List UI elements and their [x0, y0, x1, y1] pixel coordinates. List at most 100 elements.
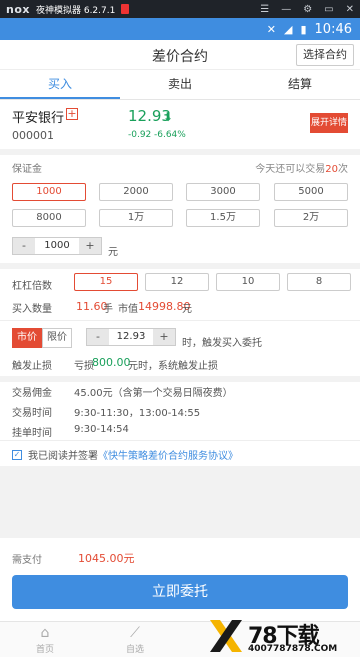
order-time-label: 挂单时间 — [12, 428, 52, 439]
window-close-icon[interactable]: ✕ — [346, 4, 354, 15]
quantity-label: 买入数量 — [12, 304, 52, 315]
market-value-label: 市值 — [118, 304, 138, 315]
x-logo-icon — [210, 620, 242, 652]
window-minimize-icon[interactable]: — — [281, 4, 291, 15]
stock-info: 平安银行 + 000001 12.93 ⬇ -0.92 -6.64% 展开详情 — [0, 101, 360, 149]
nav-home[interactable]: ⌂ 首页 — [0, 622, 90, 657]
nav-watchlist[interactable]: ⟋ 自选 — [90, 622, 180, 657]
quantity-unit: 手 — [103, 304, 113, 315]
home-icon: ⌂ — [40, 625, 50, 641]
margin-option-15000[interactable]: 1.5万 — [186, 209, 260, 227]
window-restore-icon[interactable]: ▭ — [324, 4, 333, 15]
divider — [0, 376, 360, 382]
hint-suffix: 次 — [338, 164, 348, 175]
payment-value: 1045.00元 — [78, 552, 135, 565]
watermark-site: 4007787878.COM — [248, 644, 338, 654]
leverage-option-10[interactable]: 10 — [216, 273, 280, 291]
no-signal-icon: ✕ — [266, 22, 276, 36]
emulator-logo: nox — [6, 2, 30, 16]
select-contract-button[interactable]: 选择合约 — [296, 44, 354, 66]
margin-option-1000[interactable]: 1000 — [12, 183, 86, 201]
margin-option-8000[interactable]: 8000 — [12, 209, 86, 227]
divider — [0, 440, 360, 441]
leverage-option-12[interactable]: 12 — [145, 273, 209, 291]
wifi-icon: ◢ — [284, 22, 293, 36]
stop-loss-label: 触发止损 — [12, 361, 52, 372]
order-type-market[interactable]: 市价 — [12, 328, 42, 348]
margin-stepper: - 1000 + — [12, 237, 102, 255]
tab-buy[interactable]: 买入 — [0, 70, 120, 99]
trade-time-value: 9:30-11:30，13:00-14:55 — [74, 408, 201, 419]
margin-unit: 元 — [108, 247, 118, 258]
agreement-row: ✓ 我已阅读并签署 《快牛策略差价合约服务协议》 — [12, 447, 238, 462]
price-decrease-button[interactable]: - — [87, 329, 109, 345]
commission-value: 45.00元（含第一个交易日隔夜费） — [74, 388, 233, 399]
price-input[interactable]: 12.93 — [109, 329, 153, 345]
emulator-window-controls: ☰ — ⚙ ▭ ✕ — [260, 4, 354, 15]
divider — [0, 320, 360, 321]
stop-loss-amount: 800.00 — [92, 356, 131, 369]
trade-time-row: 交易时间 9:30-11:30，13:00-14:55 — [12, 404, 200, 419]
emulator-title: 夜神模拟器 6.2.7.1 — [35, 5, 116, 16]
divider — [0, 263, 360, 269]
margin-option-20000[interactable]: 2万 — [274, 209, 348, 227]
increase-button[interactable]: + — [79, 238, 101, 254]
agreement-text: 我已阅读并签署 — [28, 451, 98, 462]
stock-name: 平安银行 — [12, 111, 65, 126]
emulator-title-bar: nox 夜神模拟器 6.2.7.1 ☰ — ⚙ ▭ ✕ — [0, 0, 360, 18]
margin-option-3000[interactable]: 3000 — [186, 183, 260, 201]
arrow-down-icon: ⬇ — [163, 110, 174, 124]
stop-loss-suffix: 元时，系统触发止损 — [128, 361, 218, 372]
margin-option-10000[interactable]: 1万 — [99, 209, 173, 227]
market-value-unit: 元 — [182, 304, 192, 315]
app-header: 差价合约 选择合约 — [0, 40, 360, 70]
add-watchlist-icon[interactable]: + — [66, 108, 78, 120]
nav-watchlist-label: 自选 — [125, 645, 144, 655]
trade-time-label: 交易时间 — [12, 408, 52, 419]
margin-option-5000[interactable]: 5000 — [274, 183, 348, 201]
payment-label: 需支付 — [12, 555, 42, 566]
margin-option-2000[interactable]: 2000 — [99, 183, 173, 201]
agreement-checkbox[interactable]: ✓ — [12, 449, 22, 460]
price-change-percent: -6.64% — [154, 130, 186, 140]
tab-sell[interactable]: 卖出 — [120, 70, 240, 99]
commission-label: 交易佣金 — [12, 388, 52, 399]
status-time: 10:46 — [314, 21, 352, 37]
price-change: -0.92 — [128, 130, 152, 140]
chart-icon: ⟋ — [130, 625, 140, 641]
emulator-badge-icon — [121, 4, 130, 14]
stop-loss-prefix: 亏损 — [74, 361, 94, 372]
battery-icon: ▮ — [300, 22, 307, 36]
leverage-label: 杠杠倍数 — [12, 281, 52, 292]
price-increase-button[interactable]: + — [153, 329, 175, 345]
margin-label: 保证金 — [12, 164, 42, 175]
margin-custom-input[interactable]: 1000 — [35, 238, 79, 254]
tab-settle[interactable]: 结算 — [240, 70, 360, 99]
trade-tabs: 买入 卖出 结算 — [0, 70, 360, 100]
margin-header: 保证金 今天还可以交易20次 — [0, 155, 360, 177]
payment-row: 需支付 1045.00元 — [0, 547, 360, 567]
price-stepper: - 12.93 + — [86, 328, 176, 346]
trigger-text: 时，触发买入委托 — [182, 338, 262, 349]
commission-row: 交易佣金 45.00元（含第一个交易日隔夜费） — [12, 384, 233, 399]
window-menu-icon[interactable]: ☰ — [260, 4, 269, 15]
spacer — [0, 466, 360, 538]
trade-count-hint: 今天还可以交易20次 — [255, 160, 348, 175]
order-time-row: 挂单时间 9:30-14:54 — [12, 424, 129, 439]
leverage-option-15[interactable]: 15 — [74, 273, 138, 291]
order-time-value: 9:30-14:54 — [74, 424, 129, 435]
agreement-link[interactable]: 《快牛策略差价合约服务协议》 — [98, 447, 238, 462]
leverage-option-8[interactable]: 8 — [287, 273, 351, 291]
site-watermark: 78下载 4007787878.COM — [208, 618, 360, 657]
submit-order-button[interactable]: 立即委托 — [12, 575, 348, 609]
stock-code: 000001 — [12, 129, 54, 142]
order-type-limit[interactable]: 限价 — [42, 328, 72, 348]
window-settings-icon[interactable]: ⚙ — [303, 4, 312, 15]
hint-count: 20 — [325, 164, 338, 175]
decrease-button[interactable]: - — [13, 238, 35, 254]
nav-home-label: 首页 — [35, 645, 54, 655]
buy-quantity-row: 买入数量 11.60 手 市值 14998.80 元 — [0, 300, 360, 316]
status-bar: ✕ ◢ ▮ 10:46 — [0, 18, 360, 40]
hint-prefix: 今天还可以交易 — [255, 164, 326, 175]
expand-details-button[interactable]: 展开详情 — [310, 113, 348, 133]
